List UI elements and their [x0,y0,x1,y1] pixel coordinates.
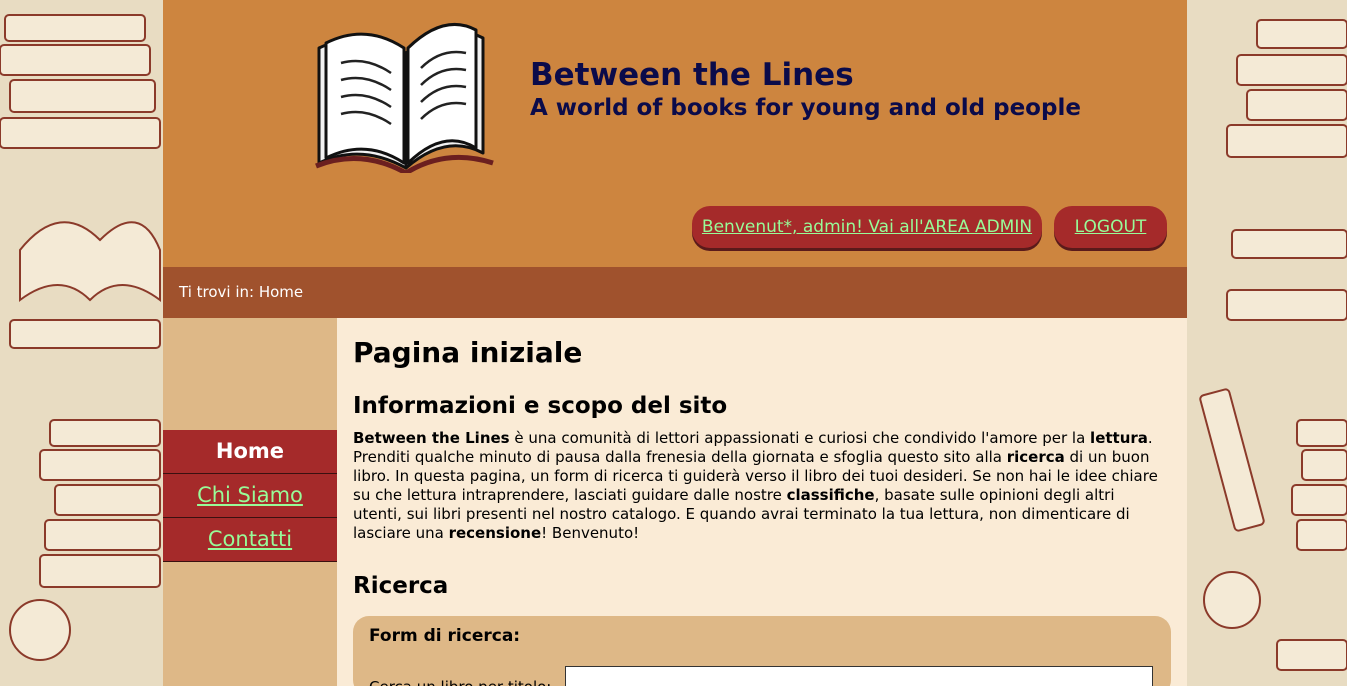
admin-area-button[interactable]: Benvenut*, admin! Vai all'AREA ADMIN [692,206,1042,248]
nav-menu: Home Chi Siamo Contatti [163,430,337,562]
background-pattern-right [1187,0,1347,686]
background-pattern-left [0,0,163,686]
search-input[interactable] [565,666,1153,686]
search-section-title: Ricerca [353,573,449,599]
nav-item-home: Home [163,430,337,474]
nav-item-contatti[interactable]: Contatti [163,518,337,562]
intro-keyword-ricerca: ricerca [1006,448,1065,466]
nav-item-chi-siamo[interactable]: Chi Siamo [163,474,337,518]
main-content: Pagina iniziale Informazioni e scopo del… [337,318,1187,686]
page-title: Pagina iniziale [353,336,583,369]
content-area: Home Chi Siamo Contatti Pagina iniziale … [163,318,1187,686]
site-titles: Between the Lines A world of books for y… [530,57,1081,123]
intro-keyword-lettura: lettura [1090,429,1148,447]
search-form-title: Form di ricerca: [369,626,521,646]
open-book-logo [311,18,496,176]
intro-site-name: Between the Lines [353,429,510,447]
breadcrumb: Ti trovi in: Home [163,267,1187,318]
sidebar: Home Chi Siamo Contatti [163,318,337,686]
intro-keyword-recensione: recensione [448,524,542,542]
intro-text-5: ! Benvenuto! [541,524,640,542]
site-title: Between the Lines [530,57,854,93]
intro-paragraph: Between the Lines è una comunità di lett… [353,429,1165,543]
page-container: Between the Lines A world of books for y… [163,0,1187,686]
search-field-label: Cerca un libro per titolo: [369,678,551,686]
search-form: Form di ricerca: Cerca un libro per tito… [353,616,1171,686]
intro-keyword-classifiche: classifiche [786,486,875,504]
site-header: Between the Lines A world of books for y… [163,0,1187,267]
intro-text-1: è una comunità di lettori appassionati e… [509,429,1091,447]
site-subtitle: A world of books for young and old peopl… [530,95,1081,121]
logout-button[interactable]: LOGOUT [1054,206,1167,248]
info-section-title: Informazioni e scopo del sito [353,393,728,419]
